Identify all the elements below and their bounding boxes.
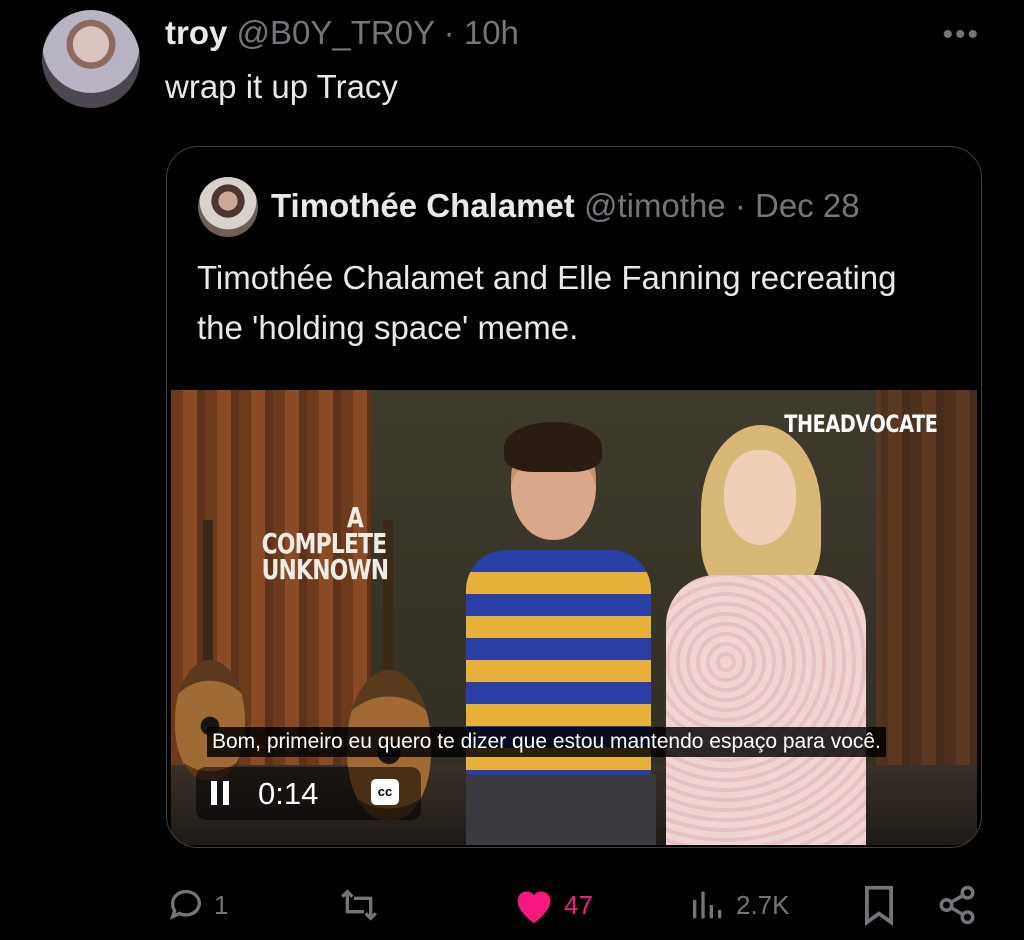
- quoted-header: Timothée Chalamet @timothe · Dec 28: [271, 187, 961, 225]
- film-title-overlay: A COMPLETE UNKNOWN: [261, 504, 389, 586]
- person-left: [466, 422, 656, 845]
- post-text: wrap it up Tracy: [165, 68, 398, 105]
- reply-count: 1: [214, 889, 229, 920]
- post-time[interactable]: 10h: [464, 14, 519, 51]
- heart-icon: [517, 891, 551, 924]
- quoted-post[interactable]: Timothée Chalamet @timothe · Dec 28 Timo…: [166, 146, 982, 848]
- like-button[interactable]: 47: [512, 880, 593, 930]
- reply-button[interactable]: 1: [166, 880, 228, 930]
- repost-icon: [341, 889, 377, 921]
- more-icon[interactable]: •••: [942, 18, 980, 52]
- cc-icon[interactable]: cc: [371, 779, 399, 805]
- reply-icon: [169, 889, 201, 920]
- bookmark-icon: [865, 885, 893, 926]
- views-count: 2.7K: [736, 889, 790, 920]
- video-time: 0:14: [258, 776, 319, 811]
- video-player[interactable]: A COMPLETE UNKNOWN THEADVOCATE Bom, prim…: [171, 390, 977, 845]
- like-count: 47: [564, 889, 593, 920]
- bookmark-button[interactable]: [860, 880, 898, 930]
- video-caption: Bom, primeiro eu quero te dizer que esto…: [207, 727, 886, 757]
- video-controls: 0:14 cc: [196, 767, 421, 820]
- quoted-author-avatar[interactable]: [198, 177, 258, 237]
- quoted-author-handle[interactable]: @timothe: [584, 187, 726, 224]
- quoted-text: Timothée Chalamet and Elle Fanning recre…: [197, 259, 897, 346]
- author-handle[interactable]: @B0Y_TR0Y: [237, 14, 435, 51]
- action-bar: 1 47 2.7K: [0, 880, 1024, 930]
- quoted-author-name[interactable]: Timothée Chalamet: [271, 187, 575, 224]
- film-title-line: UNKNOWN: [261, 553, 389, 586]
- author-avatar[interactable]: [42, 10, 140, 108]
- guitar-neck-left: [203, 520, 213, 680]
- guitar-left: [175, 660, 245, 780]
- brand-watermark: THEADVOCATE: [783, 410, 938, 438]
- author-name[interactable]: troy: [165, 14, 227, 51]
- quoted-separator: ·: [734, 187, 746, 224]
- post-header: troy @B0Y_TR0Y · 10h: [165, 14, 519, 52]
- views-button[interactable]: 2.7K: [688, 880, 790, 930]
- repost-button[interactable]: [336, 880, 390, 930]
- pause-icon[interactable]: [211, 781, 229, 805]
- person-right: [666, 425, 866, 845]
- quoted-date[interactable]: Dec 28: [755, 187, 860, 224]
- share-button[interactable]: [936, 880, 978, 930]
- views-icon: [693, 891, 722, 919]
- header-separator: ·: [443, 14, 455, 51]
- share-icon: [939, 885, 975, 925]
